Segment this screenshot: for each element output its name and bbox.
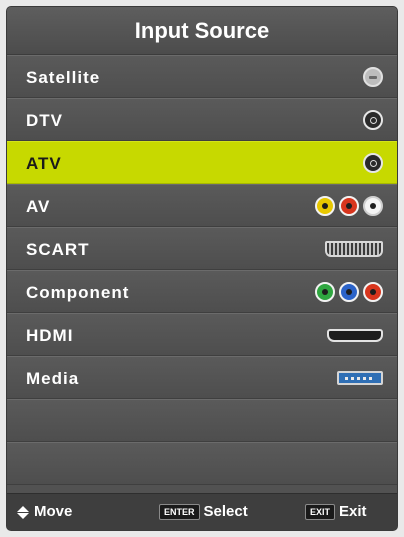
source-item-av[interactable]: AV: [7, 184, 397, 227]
source-label: HDMI: [26, 326, 74, 345]
source-label: Satellite: [26, 68, 101, 87]
satellite-connector-icon: [363, 66, 383, 88]
exit-key-badge: EXIT: [305, 504, 336, 520]
enter-key-badge: ENTER: [159, 504, 200, 520]
source-label: AV: [26, 197, 51, 216]
menu-title: Input Source: [7, 7, 397, 55]
scart-connector-icon: [325, 238, 383, 260]
footer-hints: Move ENTER Select EXIT Exit: [7, 493, 397, 530]
source-item-scart[interactable]: SCART: [7, 227, 397, 270]
component-connectors-icon: [315, 281, 383, 303]
select-hint: ENTER Select: [159, 494, 248, 530]
rca-connectors-icon: [315, 195, 383, 217]
input-source-menu: Input Source Satellite DTV ATV AV SCART: [7, 7, 397, 530]
empty-row: [7, 442, 397, 485]
select-label: Select: [203, 503, 248, 520]
source-list: Satellite DTV ATV AV SCART Component HDM…: [7, 55, 397, 485]
exit-hint: EXIT Exit: [305, 494, 367, 530]
source-label: Component: [26, 283, 130, 302]
source-item-component[interactable]: Component: [7, 270, 397, 313]
source-label: SCART: [26, 240, 90, 259]
source-label: Media: [26, 369, 80, 388]
source-item-dtv[interactable]: DTV: [7, 98, 397, 141]
move-hint: Move: [17, 494, 72, 530]
source-item-atv[interactable]: ATV: [7, 141, 397, 184]
exit-label: Exit: [339, 503, 367, 520]
usb-connector-icon: [337, 367, 383, 389]
source-item-media[interactable]: Media: [7, 356, 397, 399]
source-item-satellite[interactable]: Satellite: [7, 55, 397, 98]
coax-connector-icon: [363, 152, 383, 174]
source-item-hdmi[interactable]: HDMI: [7, 313, 397, 356]
hdmi-connector-icon: [327, 324, 383, 346]
source-label: DTV: [26, 111, 63, 130]
up-down-arrow-icon: [17, 505, 29, 519]
source-label: ATV: [26, 154, 62, 173]
coax-connector-icon: [363, 109, 383, 131]
empty-row: [7, 399, 397, 442]
move-label: Move: [34, 503, 73, 520]
